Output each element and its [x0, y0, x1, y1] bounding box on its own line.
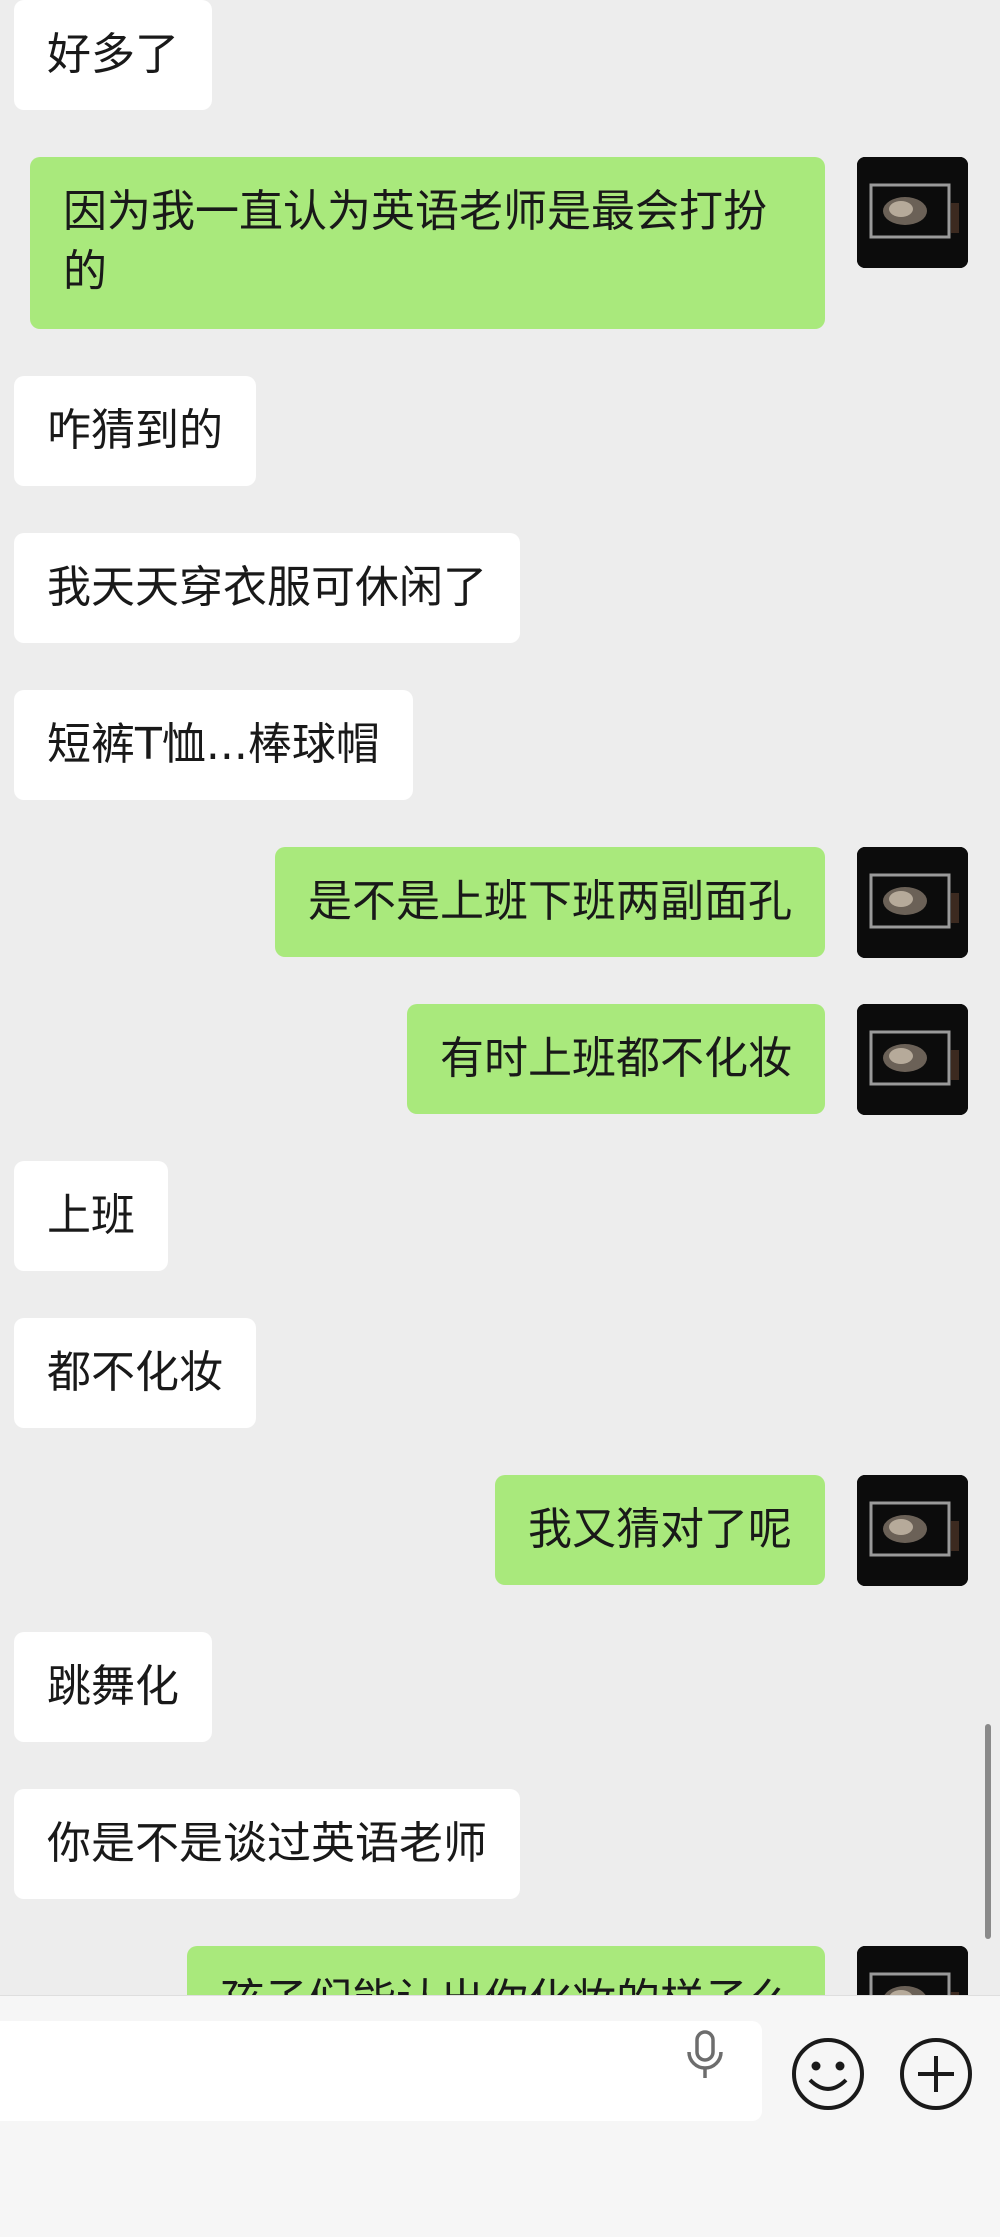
my-avatar[interactable] — [857, 1004, 968, 1115]
incoming-message-bubble[interactable]: 都不化妆 — [14, 1318, 256, 1428]
message-text: 因为我一直认为英语老师是最会打扮的 — [63, 186, 767, 297]
my-avatar[interactable] — [857, 1946, 968, 1995]
chat-input-bar — [0, 1995, 1000, 2237]
plus-circle-icon[interactable] — [898, 2036, 974, 2112]
message-text: 你是不是谈过英语老师 — [47, 1818, 487, 1869]
my-avatar[interactable] — [857, 1475, 968, 1586]
message-input[interactable] — [0, 2021, 762, 2121]
incoming-message-bubble[interactable]: 上班 — [14, 1161, 168, 1271]
message-text: 好多了 — [47, 29, 179, 80]
microphone-icon[interactable] — [675, 2024, 735, 2084]
message-text: 孩子们能认出你化妆的样子么 — [220, 1975, 792, 1995]
message-text: 短裤T恤...棒球帽 — [47, 719, 380, 770]
scrollbar[interactable] — [985, 1724, 991, 1939]
incoming-message-bubble[interactable]: 你是不是谈过英语老师 — [14, 1789, 520, 1899]
smiley-icon[interactable] — [790, 2036, 866, 2112]
incoming-message-bubble[interactable]: 跳舞化 — [14, 1632, 212, 1742]
chat-message-list[interactable]: 好多了 因为我一直认为英语老师是最会打扮的 咋猜到的 我天天穿衣服可休闲了 短裤… — [0, 0, 1000, 1995]
incoming-message-bubble[interactable]: 好多了 — [14, 0, 212, 110]
outgoing-message-bubble[interactable]: 孩子们能认出你化妆的样子么 — [187, 1946, 825, 1995]
message-text: 有时上班都不化妆 — [440, 1033, 792, 1084]
message-text: 是不是上班下班两副面孔 — [308, 876, 792, 927]
my-avatar[interactable] — [857, 847, 968, 958]
incoming-message-bubble[interactable]: 咋猜到的 — [14, 376, 256, 486]
my-avatar[interactable] — [857, 157, 968, 268]
outgoing-message-bubble[interactable]: 是不是上班下班两副面孔 — [275, 847, 825, 957]
message-text: 我又猜对了呢 — [528, 1504, 792, 1555]
incoming-message-bubble[interactable]: 短裤T恤...棒球帽 — [14, 690, 413, 800]
message-text: 上班 — [47, 1190, 135, 1241]
outgoing-message-bubble[interactable]: 有时上班都不化妆 — [407, 1004, 825, 1114]
message-text: 都不化妆 — [47, 1347, 223, 1398]
message-text: 我天天穿衣服可休闲了 — [47, 562, 487, 613]
outgoing-message-bubble[interactable]: 我又猜对了呢 — [495, 1475, 825, 1585]
outgoing-message-bubble[interactable]: 因为我一直认为英语老师是最会打扮的 — [30, 157, 825, 329]
message-text: 跳舞化 — [47, 1661, 179, 1712]
message-text: 咋猜到的 — [47, 405, 223, 456]
incoming-message-bubble[interactable]: 我天天穿衣服可休闲了 — [14, 533, 520, 643]
